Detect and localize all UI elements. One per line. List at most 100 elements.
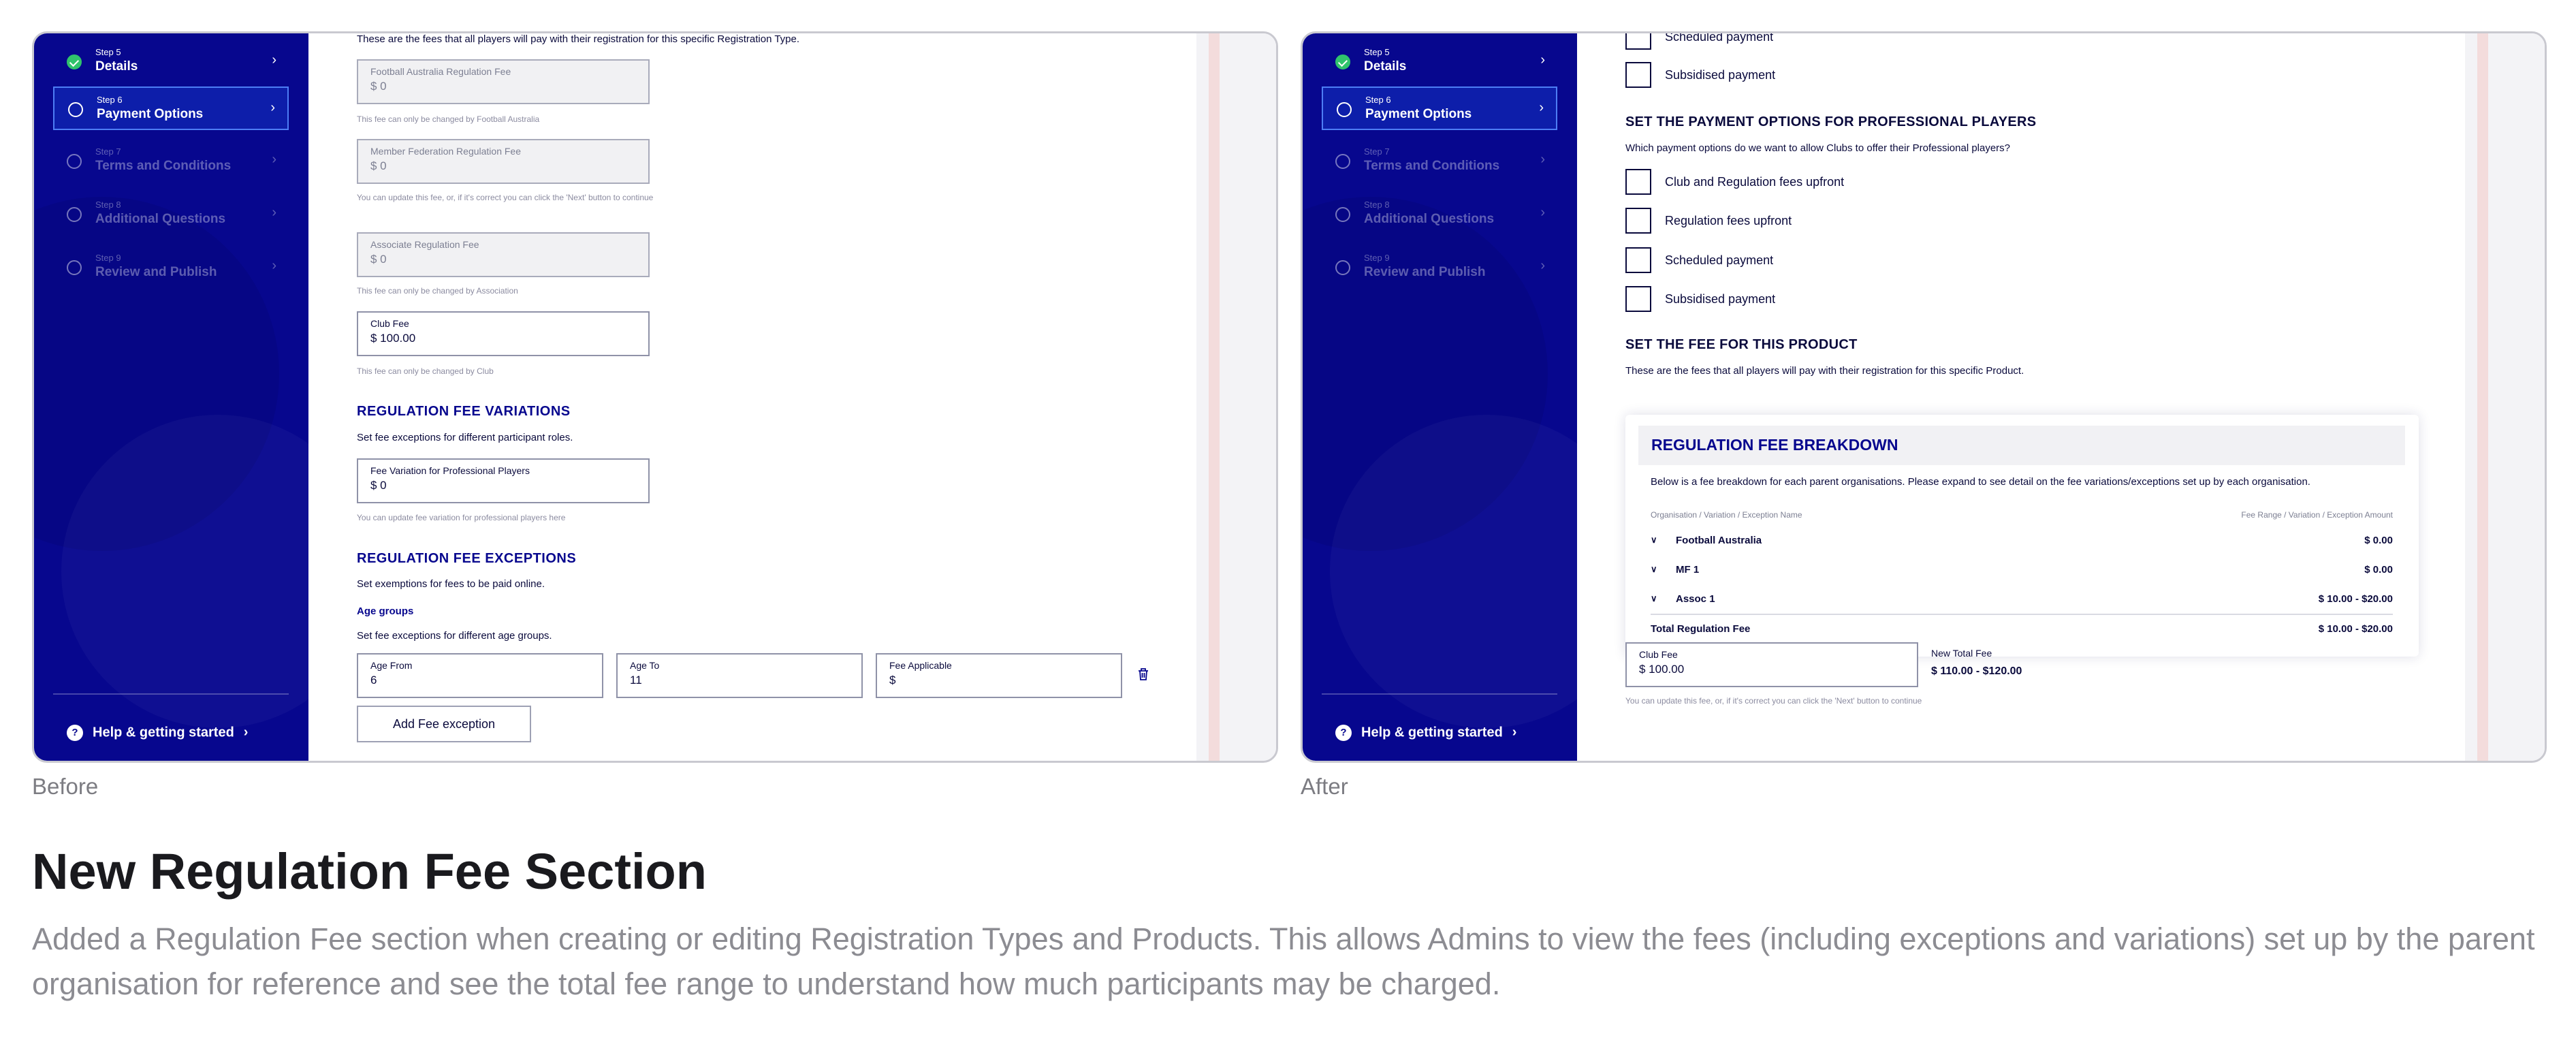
sidebar-step-details[interactable]: Step 5 Details › [53,40,289,84]
circle-icon [67,207,82,222]
checkbox[interactable] [1625,62,1651,88]
sidebar-step-terms[interactable]: Step 7 Terms and Conditions › [1322,140,1557,183]
field-label: Club Fee [1639,649,1678,660]
sidebar-step-review-publish[interactable]: Step 9 Review and Publish › [53,246,289,289]
total-value: $ 10.00 - $20.00 [2318,623,2393,635]
help-link[interactable]: ? Help & getting started › [1335,725,1516,741]
chevron-down-icon[interactable]: ∨ [1651,535,1657,546]
checkbox-label: Subsidised payment [1665,292,1776,306]
age-to-field[interactable]: Age To 11 [616,653,863,698]
page-title: New Regulation Fee Section [32,843,707,900]
variations-desc: Set fee exceptions for different partici… [357,432,573,443]
chevron-down-icon[interactable]: ∨ [1651,593,1657,604]
sidebar-step-payment-options[interactable]: Step 6 Payment Options › [53,86,289,130]
checkbox-label: Scheduled payment [1665,33,1774,44]
checkbox[interactable] [1625,286,1651,312]
associate-fee-field: Associate Regulation Fee $ 0 [357,232,650,277]
trash-icon[interactable] [1136,667,1151,682]
total-divider [1651,614,2393,615]
step-label: Review and Publish [95,265,217,279]
chevron-right-icon: › [1540,152,1545,167]
sidebar-step-additional-questions[interactable]: Step 8 Additional Questions › [53,193,289,236]
pro-options-title: SET THE PAYMENT OPTIONS FOR PROFESSIONAL… [1625,114,2037,129]
checkbox-label: Regulation fees upfront [1665,214,1792,227]
chevron-right-icon: › [272,205,276,220]
chevron-right-icon: › [272,152,276,167]
circle-icon [67,154,82,169]
org-fee: $ 0.00 [2364,564,2393,576]
field-hint: You can update this fee, or, if it's cor… [357,193,654,202]
sidebar-step-payment-options[interactable]: Step 6 Payment Options › [1322,86,1557,130]
column-header-amount: Fee Range / Variation / Exception Amount [2241,510,2393,520]
field-value: $ 0 [370,253,387,266]
circle-icon [1335,260,1350,275]
progress-fill [308,761,513,763]
help-label: Help & getting started [93,725,234,740]
field-hint: This fee can only be changed by Associat… [357,286,518,296]
step-label: Terms and Conditions [1364,159,1500,173]
field-value: $ [889,674,896,687]
progress-bar [1577,761,2465,763]
org-fee: $ 10.00 - $20.00 [2318,593,2393,605]
sidebar-step-terms[interactable]: Step 7 Terms and Conditions › [53,140,289,183]
age-from-field[interactable]: Age From 6 [357,653,603,698]
breakdown-row-football-australia[interactable]: ∨ Football Australia $ 0.00 [1651,532,2393,552]
field-label: Fee Variation for Professional Players [370,465,530,476]
checkbox-label: Subsidised payment [1665,68,1776,82]
new-total-value: $ 110.00 - $120.00 [1931,665,2022,677]
sidebar-step-additional-questions[interactable]: Step 8 Additional Questions › [1322,193,1557,236]
age-groups-title: Age groups [357,605,414,617]
breakdown-row-assoc1[interactable]: ∨ Assoc 1 $ 10.00 - $20.00 [1651,590,2393,611]
exceptions-desc: Set exemptions for fees to be paid onlin… [357,578,545,590]
field-value: $ 100.00 [370,332,416,345]
checkbox[interactable] [1625,33,1651,50]
card-header: REGULATION FEE BREAKDOWN [1638,426,2405,465]
product-fee-title: SET THE FEE FOR THIS PRODUCT [1625,337,1858,352]
field-hint: You can update fee variation for profess… [357,513,566,522]
main-content: These are the fees that all players will… [308,33,1196,763]
step-number: Step 8 [1364,200,1390,210]
club-fee-field[interactable]: Club Fee $ 100.00 [357,311,650,356]
breakdown-row-mf1[interactable]: ∨ MF 1 $ 0.00 [1651,561,2393,582]
age-groups-desc: Set fee exceptions for different age gro… [357,630,552,642]
step-number: Step 9 [95,253,121,263]
help-icon: ? [67,725,83,741]
checkbox[interactable] [1625,247,1651,273]
background-strip [1196,33,1276,761]
step-label: Details [1364,59,1407,74]
variations-title: REGULATION FEE VARIATIONS [357,404,571,419]
professional-variation-field[interactable]: Fee Variation for Professional Players $… [357,458,650,503]
step-number: Step 9 [1364,253,1390,263]
sidebar-step-review-publish[interactable]: Step 9 Review and Publish › [1322,246,1557,289]
step-number: Step 5 [1364,47,1390,57]
product-fee-desc: These are the fees that all players will… [1625,365,2024,377]
wizard-sidebar: Step 5 Details › Step 6 Payment Options … [1303,33,1577,761]
help-link[interactable]: ? Help & getting started › [67,725,248,741]
step-label: Review and Publish [1364,265,1486,279]
sidebar-divider [1322,693,1557,695]
breakdown-desc: Below is a fee breakdown for each parent… [1651,476,2310,488]
before-screenshot: Step 5 Details › Step 6 Payment Options … [32,31,1278,763]
sidebar-step-details[interactable]: Step 5 Details › [1322,40,1557,84]
club-fee-field[interactable]: Club Fee $ 100.00 [1625,642,1918,687]
total-regulation-fee-row: Total Regulation Fee $ 10.00 - $20.00 [1651,620,2393,641]
help-label: Help & getting started [1361,725,1503,740]
add-fee-exception-button[interactable]: Add Fee exception [357,706,531,742]
after-caption: After [1301,774,1348,799]
field-label: Age To [630,660,660,671]
org-name: Football Australia [1676,535,1762,546]
background-strip [2465,33,2545,761]
wizard-sidebar: Step 5 Details › Step 6 Payment Options … [34,33,308,761]
field-value: $ 0 [370,159,387,172]
fee-applicable-field[interactable]: Fee Applicable $ [876,653,1122,698]
step-label: Payment Options [1365,107,1472,121]
field-hint: This fee can only be changed by Football… [357,114,540,124]
chevron-down-icon[interactable]: ∨ [1651,564,1657,575]
chevron-right-icon: › [272,52,276,67]
card-title: REGULATION FEE BREAKDOWN [1651,436,1898,454]
field-hint: This fee can only be changed by Club [357,366,494,376]
progress-fill [1577,761,1781,763]
checkbox[interactable] [1625,169,1651,195]
checkbox[interactable] [1625,208,1651,234]
step-number: Step 6 [1365,95,1391,105]
